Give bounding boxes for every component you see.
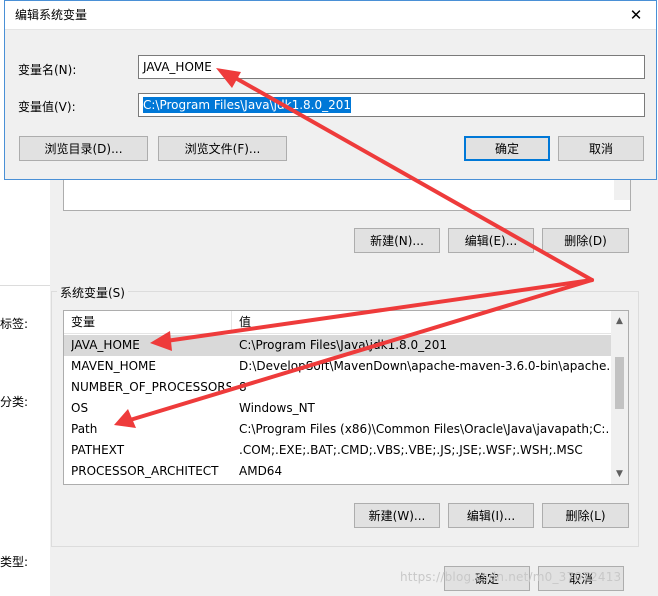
table-row[interactable]: MAVEN_HOME D:\DevelopSoft\MavenDown\apac… [64, 356, 612, 377]
ok-button[interactable]: 确定 [464, 136, 550, 161]
table-row[interactable]: NUMBER_OF_PROCESSORS 8 [64, 377, 612, 398]
user-delete-button[interactable]: 删除(D) [542, 228, 629, 253]
variable-value-selected-text: C:\Program Files\Java\jdk1.8.0_201 [143, 97, 352, 113]
row-variable-value: C:\Program Files\Java\jdk1.8.0_201 [239, 338, 448, 352]
edit-system-variable-dialog: 编辑系统变量 ✕ 变量名(N): JAVA_HOME 变量值(V): C:\Pr… [4, 0, 657, 180]
row-variable-name: PROCESSOR_ARCHITECT [71, 464, 219, 478]
variable-value-input[interactable]: C:\Program Files\Java\jdk1.8.0_201 [138, 93, 645, 117]
row-variable-name: MAVEN_HOME [71, 359, 156, 373]
system-delete-button[interactable]: 删除(L) [542, 503, 629, 528]
table-row-java-home[interactable]: JAVA_HOME C:\Program Files\Java\jdk1.8.0… [64, 335, 612, 356]
row-variable-value: 8 [239, 380, 247, 394]
column-header-value[interactable]: 值 [232, 311, 612, 333]
table-row[interactable]: PROCESSOR_ARCHITECT AMD64 [64, 461, 612, 482]
system-variables-header: 变量 值 [64, 311, 612, 334]
table-row-path[interactable]: Path C:\Program Files (x86)\Common Files… [64, 419, 612, 440]
scrollbar-thumb[interactable] [615, 357, 624, 409]
user-new-button[interactable]: 新建(N)... [354, 228, 440, 253]
system-edit-button[interactable]: 编辑(I)... [448, 503, 534, 528]
variable-name-label: 变量名(N): [18, 63, 77, 77]
dialog-titlebar[interactable]: 编辑系统变量 ✕ [5, 1, 656, 30]
row-variable-value: AMD64 [239, 464, 283, 478]
system-variables-list[interactable]: 变量 值 JAVA_HOME C:\Program Files\Java\jdk… [63, 310, 629, 485]
row-variable-name: PATHEXT [71, 443, 125, 457]
user-edit-button[interactable]: 编辑(E)... [448, 228, 534, 253]
system-list-scrollbar[interactable]: ▲ ▼ [611, 311, 628, 484]
row-variable-name: OS [71, 401, 89, 415]
left-label-tag: 标签: [0, 317, 29, 331]
system-new-button[interactable]: 新建(W)... [354, 503, 440, 528]
system-variables-group-title: 系统变量(S) [57, 284, 128, 301]
variable-value-label: 变量值(V): [18, 100, 76, 114]
left-panel-divider [0, 285, 50, 286]
row-variable-value: C:\Program Files (x86)\Common Files\Orac… [239, 422, 609, 436]
row-variable-value: Windows_NT [239, 401, 315, 415]
variable-name-input[interactable]: JAVA_HOME [138, 55, 645, 79]
row-variable-value: D:\DevelopSoft\MavenDown\apache-maven-3.… [239, 359, 609, 373]
row-variable-name: NUMBER_OF_PROCESSORS [71, 380, 231, 394]
watermark: https://blog.csdn.net/m0_37072413 [400, 570, 622, 584]
table-row[interactable]: OS Windows_NT [64, 398, 612, 419]
column-header-variable[interactable]: 变量 [64, 311, 232, 333]
table-row[interactable]: PATHEXT .COM;.EXE;.BAT;.CMD;.VBS;.VBE;.J… [64, 440, 612, 461]
row-variable-name: JAVA_HOME [71, 338, 140, 352]
row-variable-name: Path [71, 422, 98, 436]
row-variable-value: .COM;.EXE;.BAT;.CMD;.VBS;.VBE;.JS;.JSE;.… [239, 443, 583, 457]
browse-directory-button[interactable]: 浏览目录(D)... [19, 136, 148, 161]
scroll-up-icon[interactable]: ▲ [611, 313, 628, 330]
browse-file-button[interactable]: 浏览文件(F)... [158, 136, 287, 161]
close-icon[interactable]: ✕ [622, 1, 650, 29]
left-label-category: 分类: [0, 395, 29, 409]
left-label-type: 类型: [0, 555, 29, 569]
scroll-down-icon[interactable]: ▼ [611, 466, 628, 483]
cancel-button[interactable]: 取消 [558, 136, 644, 161]
dialog-title: 编辑系统变量 [15, 8, 88, 22]
